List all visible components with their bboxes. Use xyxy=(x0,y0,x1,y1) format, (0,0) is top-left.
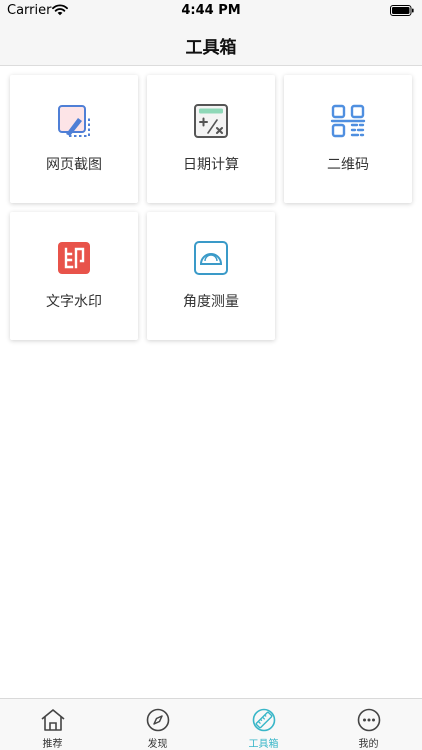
compass-icon xyxy=(146,708,170,732)
tab-label: 我的 xyxy=(358,739,379,750)
webpage-screenshot-icon xyxy=(58,105,90,137)
tab-mine[interactable]: 我的 xyxy=(316,699,421,750)
tab-recommend[interactable]: 推荐 xyxy=(0,699,105,750)
navigation-bar: 工具箱 xyxy=(0,22,422,66)
tool-angle-measurement[interactable]: 角度测量 xyxy=(147,212,275,340)
tool-text-watermark[interactable]: 文字水印 xyxy=(10,212,138,340)
protractor-icon xyxy=(194,241,228,275)
tool-label: 网页截图 xyxy=(46,157,102,173)
home-icon xyxy=(41,709,65,731)
screen: Carrier 4:44 PM 工具箱 网页截图 日期计算 二维码 文字水印 角… xyxy=(0,0,422,750)
watermark-stamp-icon xyxy=(58,242,90,274)
qr-code-icon xyxy=(330,104,366,138)
tab-toolbox[interactable]: 工具箱 xyxy=(211,699,316,750)
tab-bar: 推荐 发现 工具箱 我的 xyxy=(0,698,422,750)
tool-label: 日期计算 xyxy=(183,157,239,173)
clock: 4:44 PM xyxy=(181,3,241,18)
calculator-icon xyxy=(194,104,228,138)
page-title: 工具箱 xyxy=(185,38,237,58)
tab-label: 推荐 xyxy=(42,739,63,750)
ruler-icon xyxy=(252,708,276,732)
tab-label: 工具箱 xyxy=(248,739,279,750)
tool-label: 角度测量 xyxy=(183,294,239,310)
tool-label: 二维码 xyxy=(327,157,369,173)
tool-webpage-screenshot[interactable]: 网页截图 xyxy=(10,75,138,203)
tab-label: 发现 xyxy=(147,739,168,750)
battery-icon xyxy=(390,5,414,16)
tab-discover[interactable]: 发现 xyxy=(105,699,210,750)
more-icon xyxy=(357,708,381,732)
tool-label: 文字水印 xyxy=(46,294,102,310)
tool-date-calculation[interactable]: 日期计算 xyxy=(147,75,275,203)
tool-qr-code[interactable]: 二维码 xyxy=(284,75,412,203)
status-bar: Carrier 4:44 PM xyxy=(0,0,422,22)
